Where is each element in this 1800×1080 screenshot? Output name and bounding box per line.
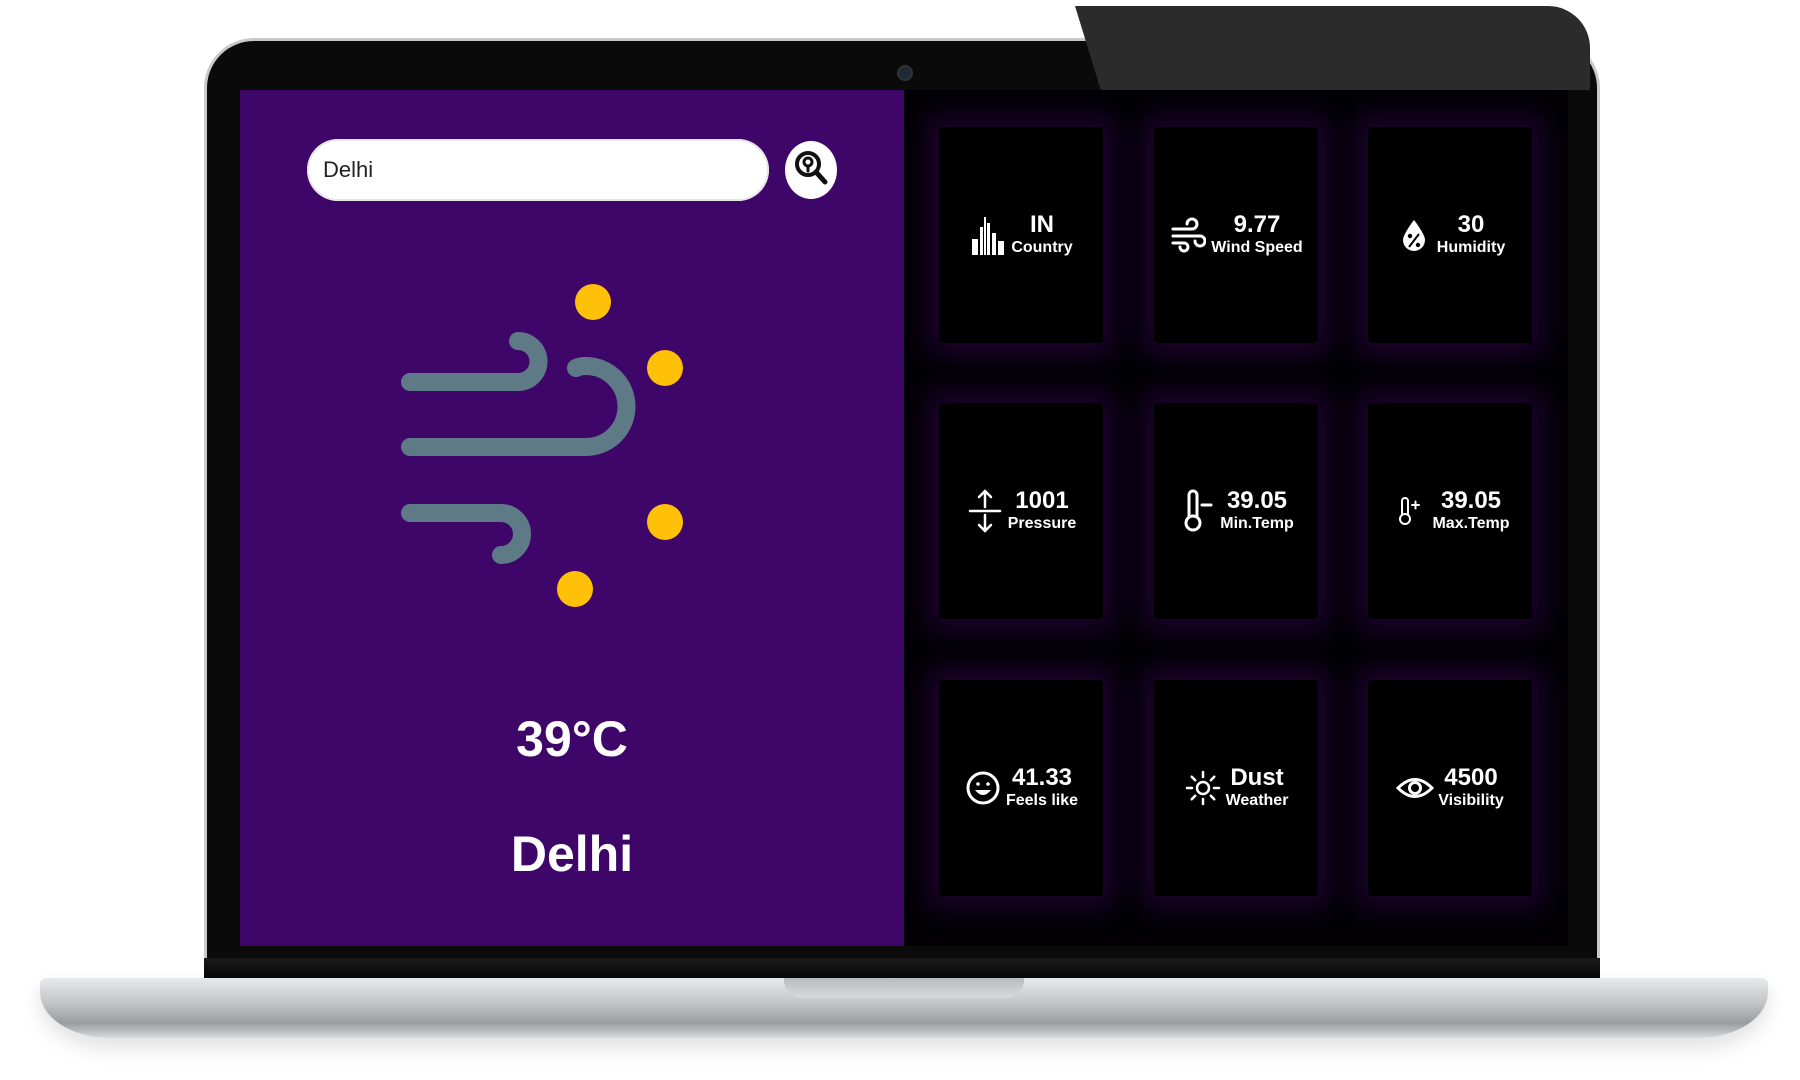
search-button[interactable] xyxy=(785,141,837,199)
min-temp-card: 39.05 Min.Temp xyxy=(1154,403,1318,619)
wind-speed-value: 9.77 xyxy=(1233,211,1281,238)
humidity-value: 30 xyxy=(1457,211,1485,238)
max-temp-card: 39.05 Max.Temp xyxy=(1368,403,1532,619)
visibility-card: 4500 Visibility xyxy=(1368,680,1532,896)
wind-speed-label: Wind Speed xyxy=(1211,239,1303,256)
webcam xyxy=(897,65,913,81)
wind-speed-card: 9.77 Wind Speed xyxy=(1154,127,1318,343)
city-search-input[interactable] xyxy=(307,139,769,201)
feels-like-card: 41.33 Feels like xyxy=(939,680,1103,896)
visibility-label: Visibility xyxy=(1438,792,1504,809)
thermometer-plus-icon xyxy=(1390,492,1428,530)
city-buildings-icon xyxy=(969,216,1007,255)
weather-label: Weather xyxy=(1225,792,1289,809)
country-value: IN xyxy=(1029,211,1054,238)
country-label: Country xyxy=(1011,239,1073,256)
current-weather-panel: 39°C Delhi xyxy=(240,90,904,946)
weather-details-panel: IN Country 9.77 Wind Speed 30 Humidity 1… xyxy=(904,90,1568,946)
lid-glare xyxy=(1075,6,1590,90)
visibility-value: 4500 xyxy=(1444,764,1498,791)
laptop-screen: 39°C Delhi IN Country xyxy=(240,90,1568,946)
thermometer-minus-icon xyxy=(1178,489,1216,532)
laptop-hinge xyxy=(204,958,1600,980)
feels-like-value: 41.33 xyxy=(1011,764,1073,791)
search-location-icon xyxy=(791,149,831,192)
pressure-card: 1001 Pressure xyxy=(939,403,1103,619)
temperature-value: 39°C xyxy=(516,711,628,767)
sun-icon xyxy=(1184,769,1222,807)
max-temp-value: 39.05 xyxy=(1440,487,1502,514)
laptop-opening-notch xyxy=(784,978,1024,998)
pressure-arrows-icon xyxy=(966,489,1004,533)
humidity-card: 30 Humidity xyxy=(1368,127,1532,343)
feels-like-label: Feels like xyxy=(1005,792,1079,809)
humidity-drop-icon xyxy=(1395,216,1433,254)
max-temp-label: Max.Temp xyxy=(1432,515,1510,532)
wind-sun-icon xyxy=(400,265,770,665)
min-temp-label: Min.Temp xyxy=(1220,515,1294,532)
min-temp-value: 39.05 xyxy=(1226,487,1288,514)
country-card: IN Country xyxy=(939,127,1103,343)
weather-card: Dust Weather xyxy=(1154,680,1318,896)
weather-value: Dust xyxy=(1230,764,1284,791)
wind-icon xyxy=(1169,216,1207,254)
humidity-label: Humidity xyxy=(1436,239,1506,256)
eye-icon xyxy=(1396,769,1435,807)
smiley-icon xyxy=(964,769,1002,807)
pressure-label: Pressure xyxy=(1007,515,1077,532)
city-name: Delhi xyxy=(510,826,634,882)
pressure-value: 1001 xyxy=(1015,487,1069,514)
